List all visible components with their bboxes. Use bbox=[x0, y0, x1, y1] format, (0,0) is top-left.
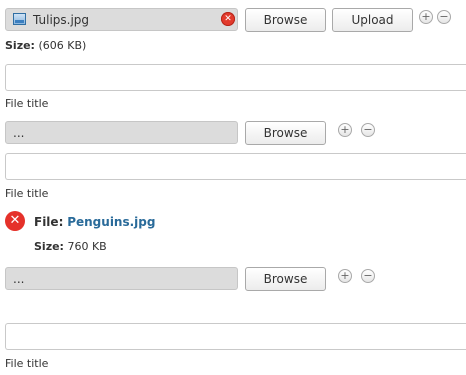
failed-file: File: Penguins.jpg bbox=[34, 215, 156, 229]
file-name-1: Tulips.jpg bbox=[33, 13, 90, 27]
add-row-icon-2[interactable]: + bbox=[338, 123, 352, 137]
file-name-2: ... bbox=[13, 126, 25, 140]
error-icon: ✕ bbox=[5, 211, 25, 231]
file-input-1[interactable]: Tulips.jpg ✕ bbox=[5, 8, 238, 31]
file-title-input-2[interactable] bbox=[5, 153, 466, 180]
upload-button[interactable]: Upload bbox=[332, 8, 413, 32]
add-row-icon-3[interactable]: + bbox=[338, 269, 352, 283]
file-title-label-3: File title bbox=[5, 357, 49, 370]
browse-button-1[interactable]: Browse bbox=[245, 8, 326, 32]
remove-row-icon-1[interactable]: − bbox=[437, 10, 451, 24]
failed-file-size: Size: 760 KB bbox=[34, 240, 107, 253]
file-size-1: Size: (606 KB) bbox=[5, 39, 87, 52]
browse-button-2[interactable]: Browse bbox=[245, 121, 326, 145]
remove-row-icon-2[interactable]: − bbox=[361, 123, 375, 137]
clear-file-icon[interactable]: ✕ bbox=[221, 12, 235, 26]
file-input-3[interactable]: ... bbox=[5, 267, 238, 290]
file-title-input-1[interactable] bbox=[5, 64, 466, 91]
file-name-3: ... bbox=[13, 272, 25, 286]
file-title-label-2: File title bbox=[5, 187, 49, 200]
file-title-input-3[interactable] bbox=[5, 323, 466, 350]
file-input-2[interactable]: ... bbox=[5, 121, 238, 144]
image-file-icon bbox=[13, 13, 26, 25]
failed-file-name: Penguins.jpg bbox=[67, 215, 156, 229]
file-title-label-1: File title bbox=[5, 97, 49, 110]
add-row-icon-1[interactable]: + bbox=[419, 10, 433, 24]
remove-row-icon-3[interactable]: − bbox=[361, 269, 375, 283]
browse-button-3[interactable]: Browse bbox=[245, 267, 326, 291]
